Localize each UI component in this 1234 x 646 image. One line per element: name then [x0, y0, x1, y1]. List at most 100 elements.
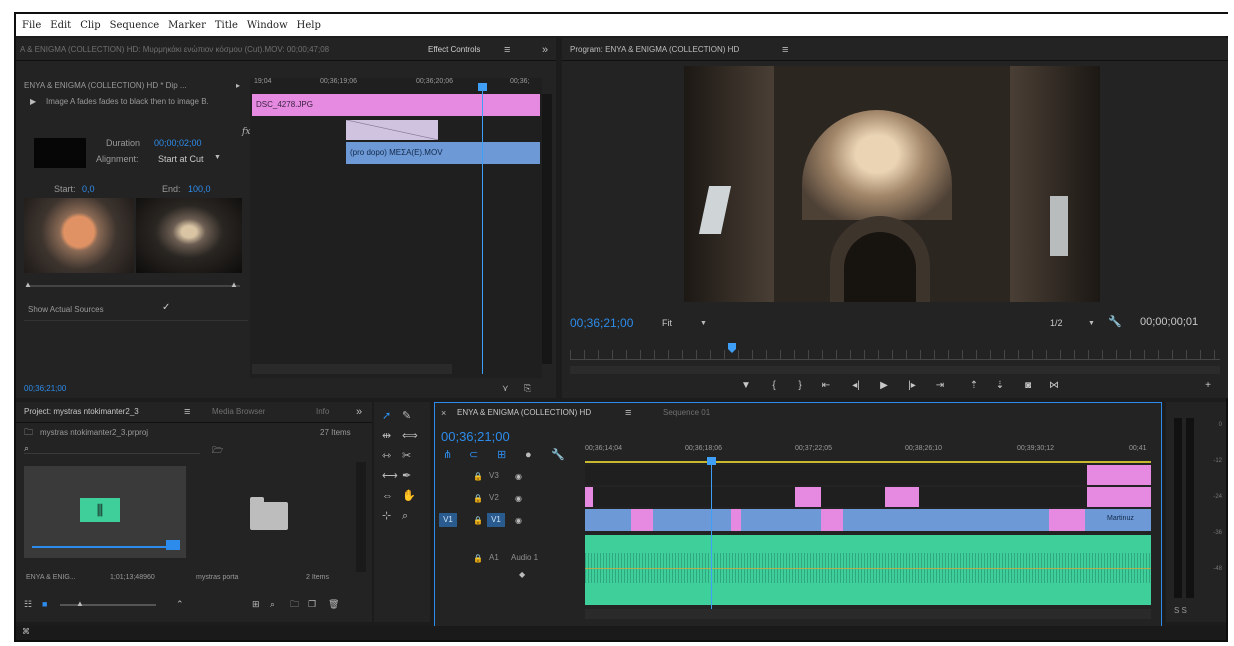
- new-bin-bottom-icon[interactable]: 🗀: [290, 598, 299, 610]
- effect-controls-tab[interactable]: Effect Controls: [428, 40, 498, 60]
- go-to-out-icon[interactable]: ⇥: [932, 380, 948, 391]
- v2-clip-4[interactable]: [1087, 487, 1151, 507]
- ec-clip-b[interactable]: (pro dopo) ΜΕΣΑ(Ε).MOV: [346, 142, 540, 164]
- v3-eye-icon[interactable]: ◉: [515, 471, 522, 483]
- delete-icon[interactable]: 🗑: [328, 598, 339, 610]
- end-slider-handle[interactable]: ▲: [230, 279, 238, 291]
- rate-stretch-icon[interactable]: ⇿: [382, 450, 391, 462]
- program-zoom-bar[interactable]: [570, 366, 1220, 374]
- v1-lock-icon[interactable]: 🔒: [473, 515, 483, 527]
- alignment-select[interactable]: Start at Cut: [158, 154, 204, 164]
- menu-file[interactable]: File: [22, 20, 41, 31]
- program-menu-icon[interactable]: ≡: [782, 44, 788, 56]
- timeline-close-icon[interactable]: ×: [441, 407, 446, 419]
- timeline-playhead-head[interactable]: [707, 457, 716, 465]
- rolling-edit-icon[interactable]: ⟺: [402, 430, 418, 442]
- add-marker-timeline-icon[interactable]: ●: [525, 449, 532, 461]
- timeline-hscroll[interactable]: [585, 609, 1151, 619]
- menu-marker[interactable]: Marker: [168, 20, 206, 31]
- a1-volume-line[interactable]: [585, 568, 1151, 569]
- play-icon[interactable]: ▶: [30, 96, 36, 108]
- list-view-icon[interactable]: ☷: [24, 598, 32, 610]
- menu-window[interactable]: Window: [247, 20, 288, 31]
- linked-selection-icon[interactable]: ⊂: [469, 449, 478, 461]
- program-tab[interactable]: Program: ENYA & ENIGMA (COLLECTION) HD: [570, 40, 739, 60]
- export-frame-icon[interactable]: ◙: [1020, 380, 1036, 391]
- v1-clip-4[interactable]: [1049, 509, 1085, 531]
- find-icon[interactable]: ⌕: [270, 598, 275, 610]
- a1-lock-icon[interactable]: 🔒: [473, 553, 483, 565]
- zoom-slider[interactable]: [60, 604, 156, 606]
- v2-lock-icon[interactable]: 🔒: [473, 493, 483, 505]
- ec-playhead-head[interactable]: [478, 83, 487, 91]
- media-browser-tab[interactable]: Media Browser: [212, 402, 265, 422]
- v1-clip-3[interactable]: [821, 509, 843, 531]
- ec-playhead[interactable]: [482, 84, 483, 374]
- ec-timecode[interactable]: 00;36;21;00: [24, 384, 66, 393]
- project-scrollbar[interactable]: [356, 462, 366, 572]
- go-to-in-icon[interactable]: ⇤: [818, 380, 834, 391]
- duration-value[interactable]: 00;00;02;00: [154, 138, 202, 148]
- end-value[interactable]: 100,0: [188, 184, 211, 194]
- v2-clip-3[interactable]: [885, 487, 919, 507]
- v2-clip-1[interactable]: [585, 487, 593, 507]
- project-search-input[interactable]: [24, 442, 200, 454]
- fit-dropdown-icon[interactable]: ▼: [700, 318, 707, 330]
- menu-edit[interactable]: Edit: [50, 20, 71, 31]
- mark-out-icon[interactable]: }: [792, 380, 808, 391]
- v2-eye-icon[interactable]: ◉: [515, 493, 522, 505]
- start-slider-track[interactable]: [26, 285, 240, 287]
- start-slider-handle[interactable]: ▲: [24, 279, 32, 291]
- meter-solo-buttons[interactable]: S S: [1174, 606, 1187, 615]
- timeline-ruler[interactable]: 00;36;14;04 00;36;18;06 00;37;22;05 00;3…: [585, 443, 1151, 463]
- project-item-sequence[interactable]: ⫼: [24, 466, 186, 558]
- track-select-icon[interactable]: ✎: [402, 410, 411, 422]
- search-icon[interactable]: ⌕: [24, 442, 29, 454]
- filter-icon[interactable]: ⋎: [502, 382, 509, 394]
- resolution-dropdown-icon[interactable]: ▼: [1088, 318, 1095, 330]
- ripple-icon[interactable]: ⊹: [382, 510, 391, 522]
- program-timecode[interactable]: 00;36;21;00: [570, 316, 633, 330]
- zoom-icon[interactable]: ⌕: [402, 510, 408, 522]
- menu-help[interactable]: Help: [297, 20, 321, 31]
- menu-clip[interactable]: Clip: [80, 20, 100, 31]
- new-bin-icon[interactable]: 🗁: [212, 444, 223, 456]
- sequence01-tab[interactable]: Sequence 01: [663, 403, 710, 423]
- ripple-edit-icon[interactable]: ⇹: [382, 430, 391, 442]
- ec-scrollbar[interactable]: [252, 364, 452, 374]
- v1-source-patch[interactable]: V1: [439, 513, 457, 527]
- info-tab[interactable]: Info: [316, 402, 329, 422]
- automate-icon[interactable]: ⊞: [252, 598, 260, 610]
- play-stop-icon[interactable]: ▶: [876, 380, 892, 391]
- step-forward-icon[interactable]: |▸: [904, 380, 920, 391]
- sort-icon[interactable]: ⌃: [176, 598, 184, 610]
- razor-icon[interactable]: ✂: [402, 450, 411, 462]
- extract-icon[interactable]: ⇣: [992, 380, 1008, 391]
- pen-icon[interactable]: ✒: [402, 470, 411, 482]
- add-button-icon[interactable]: +: [1200, 380, 1216, 391]
- settings-wrench-icon[interactable]: 🔧: [551, 449, 565, 461]
- source-tab[interactable]: A & ENIGMA (COLLECTION) HD: Μυρμηκάκι εν…: [20, 40, 420, 60]
- new-item-icon[interactable]: ❐: [308, 598, 316, 610]
- zoom-handle[interactable]: ▲: [76, 598, 84, 610]
- timeline-menu-icon[interactable]: ≡: [625, 407, 631, 419]
- add-marker-icon[interactable]: ▼: [738, 380, 754, 391]
- v3-clip[interactable]: [1087, 465, 1151, 485]
- a1-keyframe-icon[interactable]: ◆: [519, 569, 525, 581]
- show-actual-checkbox[interactable]: ✓: [162, 302, 170, 313]
- slide-icon[interactable]: ⇔: [382, 490, 393, 502]
- export-icon[interactable]: ⎘: [524, 382, 531, 394]
- v1-clip-1[interactable]: [631, 509, 653, 531]
- timeline-tab[interactable]: ENYA & ENIGMA (COLLECTION) HD: [457, 403, 591, 423]
- track-v1-label[interactable]: V1: [487, 513, 505, 527]
- v1-clip-2[interactable]: [731, 509, 741, 531]
- program-scrub-bar[interactable]: [570, 350, 1220, 360]
- ec-clip-a[interactable]: DSC_4278.JPG: [252, 94, 540, 116]
- folder-icon[interactable]: [250, 502, 288, 530]
- v3-lock-icon[interactable]: 🔒: [473, 471, 483, 483]
- icon-view-icon[interactable]: ■: [42, 598, 47, 610]
- selection-tool-icon[interactable]: ➚: [382, 410, 391, 422]
- nest-icon[interactable]: ⊞: [497, 449, 506, 461]
- lift-icon[interactable]: ⇡: [966, 380, 982, 391]
- v1-eye-icon[interactable]: ◉: [515, 515, 522, 527]
